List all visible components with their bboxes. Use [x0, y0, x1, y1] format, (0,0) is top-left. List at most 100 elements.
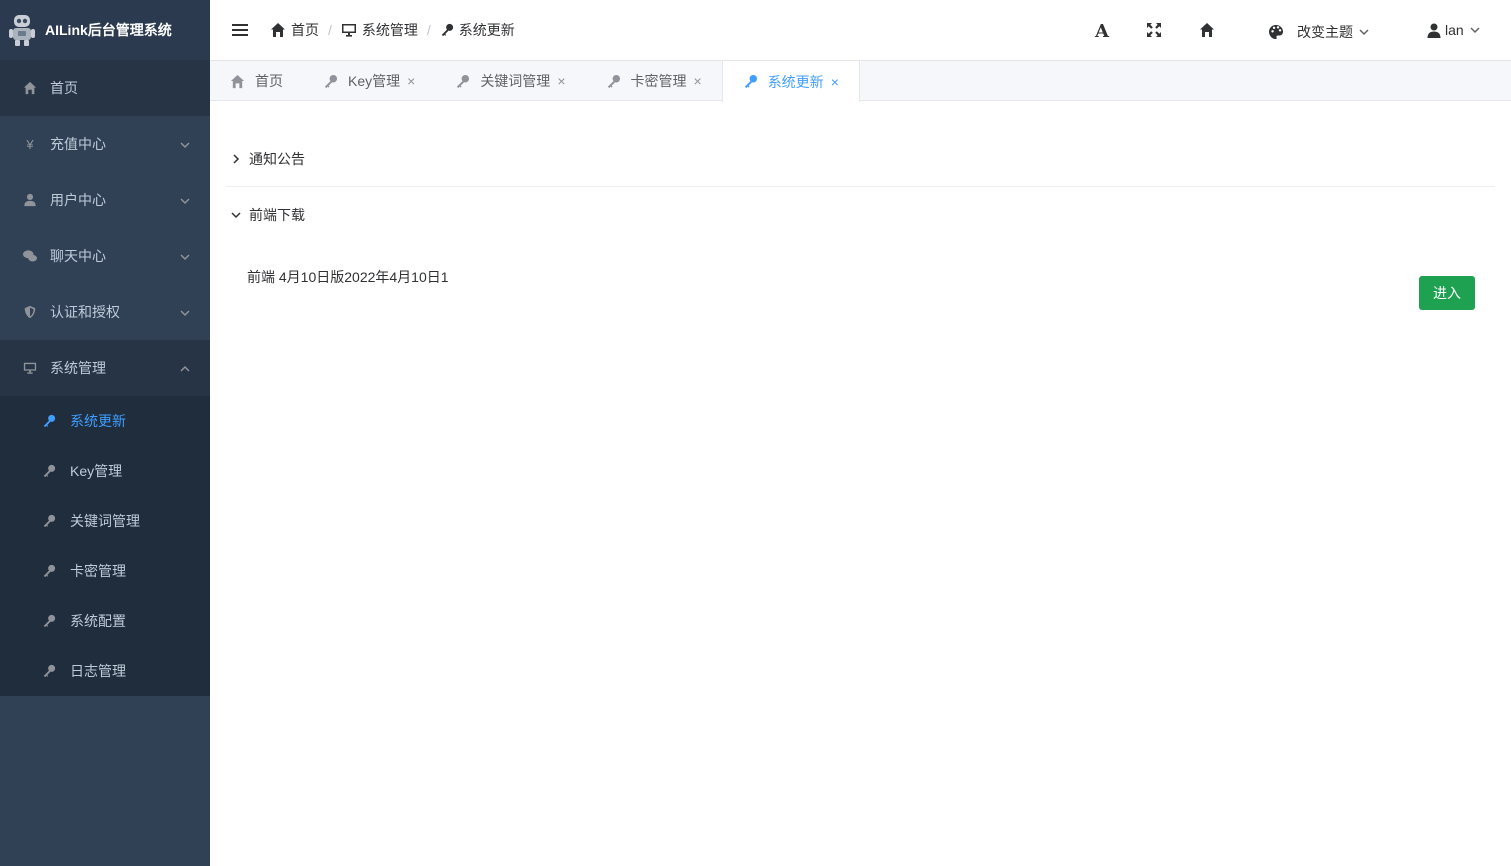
robot-logo-icon	[9, 15, 35, 46]
yen-icon: ¥	[26, 136, 34, 152]
key-icon	[455, 74, 480, 89]
sidebar-item-recharge[interactable]: ¥ 充值中心	[0, 116, 210, 172]
breadcrumb-separator: /	[426, 22, 431, 38]
collapse-title: 通知公告	[249, 151, 305, 167]
sidebar-item-key-management[interactable]: Key管理	[0, 446, 210, 496]
main-content: 通知公告 前端下载 前端 4月10日版2022年4月10日1 进入	[226, 132, 1495, 320]
tab-key-management[interactable]: Key管理 ×	[303, 61, 435, 101]
theme-label: 改变主题	[1297, 24, 1353, 40]
sidebar-item-log-management[interactable]: 日志管理	[0, 646, 210, 696]
chevron-down-icon	[180, 137, 190, 149]
sidebar-item-keyword-management[interactable]: 关键词管理	[0, 496, 210, 546]
chevron-down-icon	[180, 305, 190, 317]
chevron-down-icon	[1359, 29, 1369, 36]
key-icon	[441, 23, 453, 37]
key-icon	[42, 664, 56, 678]
breadcrumb: 首页 / 系统管理 / 系统更新	[270, 20, 515, 40]
fullscreen-icon[interactable]	[1145, 21, 1163, 39]
username: lan	[1445, 22, 1464, 38]
enter-button[interactable]: 进入	[1419, 276, 1475, 310]
tab-keyword-management[interactable]: 关键词管理 ×	[435, 61, 585, 101]
app-title: AILink后台管理系统	[45, 22, 172, 38]
close-icon[interactable]: ×	[407, 73, 415, 89]
sidebar-item-system[interactable]: 系统管理	[0, 340, 210, 396]
tab-card-management[interactable]: 卡密管理 ×	[586, 61, 722, 101]
monitor-icon	[22, 360, 38, 376]
collapse-header-notice[interactable]: 通知公告	[226, 132, 1495, 187]
chevron-down-icon	[231, 211, 241, 218]
tab-label: 首页	[255, 73, 283, 89]
breadcrumb-separator: /	[328, 22, 332, 38]
chevron-down-icon	[180, 249, 190, 261]
tab-system-update[interactable]: 系统更新 ×	[721, 61, 860, 102]
tags-view: 首页 Key管理 × 关键词管理 × 卡密管理 × 系统更新 ×	[210, 61, 1511, 102]
collapse-notice: 通知公告	[226, 132, 1495, 187]
submenu-item-label: 关键词管理	[70, 513, 140, 529]
submenu-item-label: 卡密管理	[70, 563, 126, 579]
user-icon	[1427, 23, 1441, 38]
sidebar-item-home[interactable]: 首页	[0, 60, 210, 116]
submenu-item-label: Key管理	[70, 463, 123, 479]
breadcrumb-home[interactable]: 首页	[270, 20, 319, 40]
collapse-title: 前端下载	[249, 206, 305, 223]
key-icon	[42, 414, 56, 428]
logo-bar[interactable]: AILink后台管理系统	[0, 0, 210, 60]
key-icon	[323, 74, 348, 89]
key-icon	[42, 514, 56, 528]
breadcrumb-system[interactable]: 系统管理	[341, 20, 418, 40]
sidebar: AILink后台管理系统 首页 ¥ 充值中心 用户中心 聊天中心 认证和授权 系…	[0, 0, 210, 866]
chevron-down-icon	[1470, 27, 1480, 34]
home-icon	[271, 23, 285, 37]
collapse-header-download[interactable]: 前端下载	[226, 187, 1495, 242]
collapse-download: 前端下载 前端 4月10日版2022年4月10日1 进入	[226, 187, 1495, 320]
close-icon[interactable]: ×	[694, 73, 702, 89]
chat-bubbles-icon	[22, 248, 38, 264]
sidebar-item-system-config[interactable]: 系统配置	[0, 596, 210, 646]
tab-label: 系统更新	[767, 73, 824, 90]
submenu-item-label: 日志管理	[70, 663, 126, 679]
palette-icon	[1269, 25, 1283, 39]
sidebar-item-chat[interactable]: 聊天中心	[0, 228, 210, 284]
submenu-item-label: 系统配置	[70, 613, 126, 629]
chevron-right-icon	[233, 154, 240, 164]
breadcrumb-current: 系统更新	[440, 20, 515, 40]
tab-home[interactable]: 首页	[210, 61, 303, 101]
sidebar-item-system-update[interactable]: 系统更新	[0, 396, 210, 446]
sidebar-item-users[interactable]: 用户中心	[0, 172, 210, 228]
sidebar-item-label: 首页	[50, 80, 78, 96]
hamburger-menu-icon[interactable]	[232, 23, 248, 37]
monitor-icon	[341, 24, 356, 37]
sidebar-item-label: 充值中心	[50, 136, 106, 152]
sidebar-item-label: 聊天中心	[50, 248, 106, 264]
close-icon[interactable]: ×	[831, 74, 839, 90]
user-icon	[22, 192, 38, 208]
download-item-label: 前端 4月10日版2022年4月10日1	[247, 269, 449, 285]
tab-label: Key管理	[348, 73, 401, 89]
sidebar-item-label: 系统管理	[50, 360, 106, 376]
font-size-icon[interactable]: A	[1095, 21, 1109, 42]
tab-label: 关键词管理	[480, 73, 551, 89]
chevron-up-icon	[180, 361, 190, 372]
home-icon	[22, 80, 38, 96]
theme-switcher[interactable]: 改变主题	[1268, 22, 1369, 42]
sidebar-item-card-management[interactable]: 卡密管理	[0, 546, 210, 596]
home-icon[interactable]	[1198, 21, 1216, 39]
key-icon	[743, 74, 768, 89]
tab-label: 卡密管理	[630, 73, 687, 89]
sidebar-item-label: 认证和授权	[50, 304, 120, 320]
sidebar-item-label: 用户中心	[50, 192, 106, 208]
system-submenu: 系统更新 Key管理 关键词管理 卡密管理 系统配置 日志管理	[0, 396, 210, 696]
download-item: 前端 4月10日版2022年4月10日1 进入	[226, 242, 1495, 320]
chevron-down-icon	[180, 193, 190, 205]
navbar: 首页 / 系统管理 / 系统更新 A 改变主题 lan	[210, 0, 1511, 61]
key-icon	[42, 564, 56, 578]
sidebar-item-auth[interactable]: 认证和授权	[0, 284, 210, 340]
user-dropdown[interactable]: lan	[1427, 22, 1480, 38]
submenu-item-label: 系统更新	[70, 413, 126, 429]
key-icon	[606, 74, 631, 89]
shield-icon	[22, 304, 38, 320]
key-icon	[42, 614, 56, 628]
close-icon[interactable]: ×	[557, 73, 565, 89]
home-icon	[230, 74, 255, 89]
key-icon	[42, 464, 56, 478]
